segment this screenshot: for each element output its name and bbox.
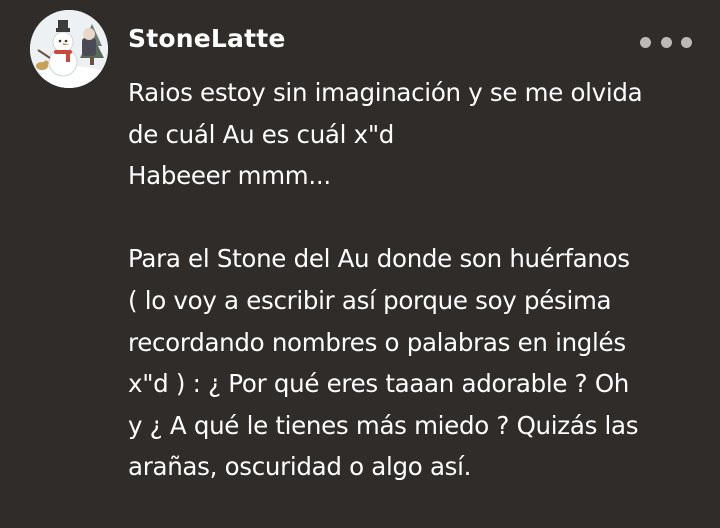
snowman-avatar-icon (30, 10, 108, 88)
more-options-icon (660, 36, 672, 48)
comment-body: Raios estoy sin imaginación y se me olvi… (128, 72, 703, 488)
more-options-icon (640, 36, 651, 48)
more-options-icon (681, 36, 692, 48)
username[interactable]: StoneLatte (128, 24, 286, 53)
comment-line: Para el Stone del Au donde son huérfanos (128, 244, 630, 274)
comment-card: StoneLatte Raios estoy sin imaginación y… (0, 0, 720, 528)
comment-line: y ¿ A qué le tienes más miedo ? Quizás l… (128, 410, 639, 440)
comment-line: x"d ) : ¿ Por qué eres taaan adorable ? … (128, 369, 630, 399)
more-options-button[interactable] (640, 30, 692, 54)
comment-line: Raios estoy sin imaginación y se me olvi… (128, 78, 643, 107)
comment-line (128, 197, 703, 239)
comment-line: de cuál Au es cuál x"d (128, 119, 395, 149)
comment-line: arañas, oscuridad o algo así. (128, 452, 472, 482)
comment-line: recordando nombres o palabras en inglés (128, 327, 626, 357)
comment-line: ( lo voy a escribir así porque soy pésim… (128, 285, 612, 315)
comment-line: Habeeer mmm... (128, 161, 331, 191)
avatar[interactable] (30, 10, 108, 88)
